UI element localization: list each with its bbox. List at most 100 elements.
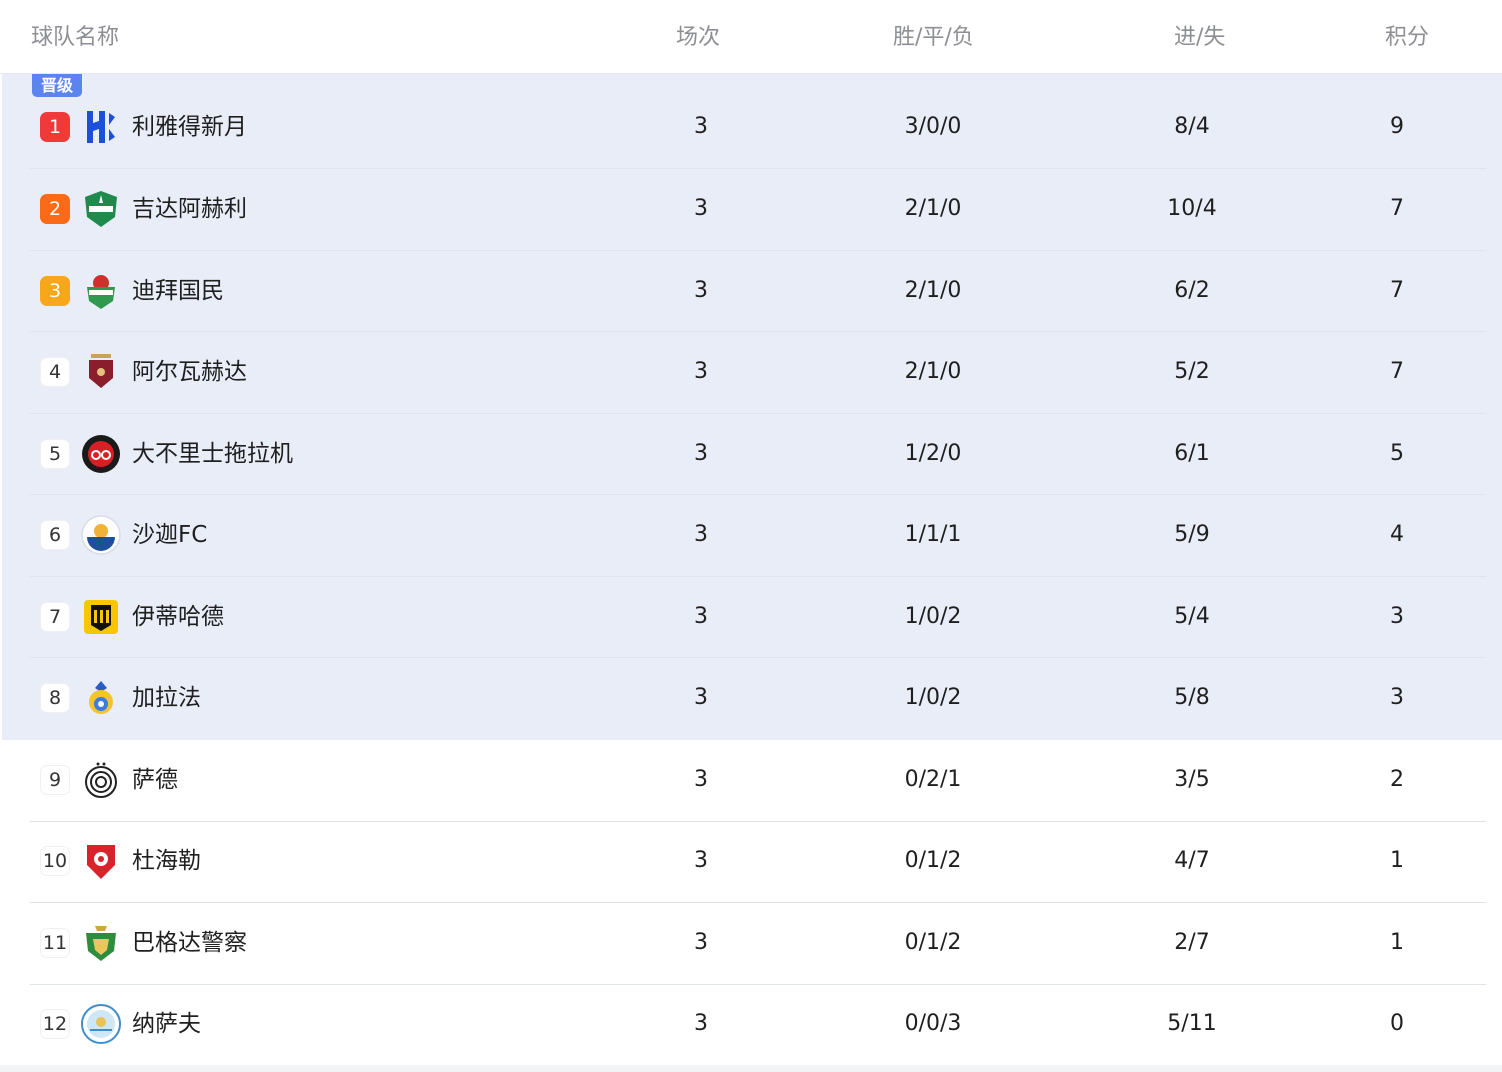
team-name[interactable]: 阿尔瓦赫达 <box>132 357 247 387</box>
rank-badge: 8 <box>40 683 70 713</box>
played-cell: 3 <box>694 767 708 792</box>
table-row[interactable]: 6 沙迦FC 3 1/1/1 5/9 4 <box>0 495 1502 577</box>
wdl-cell: 1/1/1 <box>904 522 962 547</box>
team-name[interactable]: 沙迦FC <box>132 520 207 550</box>
header-wdl: 胜/平/负 <box>893 25 974 50</box>
header-points: 积分 <box>1385 25 1430 50</box>
rank-badge: 11 <box>40 928 70 958</box>
points-cell: 3 <box>1390 604 1404 629</box>
team-name[interactable]: 萨德 <box>132 765 178 795</box>
rank-badge: 2 <box>40 194 70 224</box>
header-goals: 进/失 <box>1174 25 1226 50</box>
team-name[interactable]: 纳萨夫 <box>132 1009 201 1039</box>
goals-cell: 8/4 <box>1174 114 1210 139</box>
wdl-cell: 0/2/1 <box>904 767 962 792</box>
goals-cell: 10/4 <box>1167 196 1217 221</box>
team-name[interactable]: 吉达阿赫利 <box>132 194 247 224</box>
al-hilal-crest-icon <box>87 111 115 143</box>
points-cell: 1 <box>1390 848 1404 873</box>
points-cell: 7 <box>1390 359 1404 384</box>
wdl-cell: 2/1/0 <box>904 359 962 384</box>
al-duhail-crest-icon <box>87 845 115 879</box>
played-cell: 3 <box>694 522 708 547</box>
goals-cell: 5/4 <box>1174 604 1210 629</box>
team-name[interactable]: 伊蒂哈德 <box>132 602 224 632</box>
team-name[interactable]: 杜海勒 <box>132 846 201 876</box>
played-cell: 3 <box>694 359 708 384</box>
nasaf-crest-icon <box>81 1004 121 1044</box>
rank-badge: 4 <box>40 357 70 387</box>
rank-badge: 9 <box>40 765 70 795</box>
wdl-cell: 3/0/0 <box>904 114 962 139</box>
played-cell: 3 <box>694 278 708 303</box>
header-played: 场次 <box>676 25 721 50</box>
shabab-al-ahli-crest-icon <box>87 275 115 309</box>
table-header: 球队名称 场次 胜/平/负 进/失 积分 <box>0 0 1502 74</box>
goals-cell: 6/1 <box>1174 441 1210 466</box>
al-sadd-crest-icon <box>85 762 117 798</box>
wdl-cell: 1/2/0 <box>904 441 962 466</box>
team-name[interactable]: 利雅得新月 <box>132 112 247 142</box>
team-name[interactable]: 迪拜国民 <box>132 276 224 306</box>
table-row[interactable]: 8 加拉法 3 1/0/2 5/8 3 <box>0 658 1502 740</box>
wdl-cell: 1/0/2 <box>904 685 962 710</box>
wdl-cell: 2/1/0 <box>904 278 962 303</box>
rank-badge: 10 <box>40 846 70 876</box>
played-cell: 3 <box>694 848 708 873</box>
al-shorta-crest-icon <box>86 926 116 961</box>
points-cell: 1 <box>1390 930 1404 955</box>
al-wahda-crest-icon <box>89 354 113 388</box>
played-cell: 3 <box>694 685 708 710</box>
points-cell: 7 <box>1390 278 1404 303</box>
table-row[interactable]: 1 利雅得新月 3 3/0/0 8/4 9 <box>0 86 1502 169</box>
goals-cell: 5/8 <box>1174 685 1210 710</box>
points-cell: 3 <box>1390 685 1404 710</box>
table-footer-divider <box>0 1065 1502 1072</box>
al-ittihad-crest-icon <box>84 600 118 634</box>
table-row[interactable]: 5 大不里士拖拉机 3 1/2/0 6/1 5 <box>0 414 1502 495</box>
team-name[interactable]: 巴格达警察 <box>132 928 247 958</box>
goals-cell: 5/9 <box>1174 522 1210 547</box>
table-row[interactable]: 3 迪拜国民 3 2/1/0 6/2 7 <box>0 251 1502 332</box>
sharjah-crest-icon <box>81 515 121 555</box>
played-cell: 3 <box>694 196 708 221</box>
goals-cell: 3/5 <box>1174 767 1210 792</box>
points-cell: 4 <box>1390 522 1404 547</box>
played-cell: 3 <box>694 604 708 629</box>
points-cell: 2 <box>1390 767 1404 792</box>
al-ahli-crest-icon <box>85 191 117 227</box>
table-row[interactable]: 10 杜海勒 3 0/1/2 4/7 1 <box>0 822 1502 903</box>
played-cell: 3 <box>694 114 708 139</box>
wdl-cell: 0/0/3 <box>904 1011 962 1036</box>
goals-cell: 2/7 <box>1174 930 1210 955</box>
wdl-cell: 2/1/0 <box>904 196 962 221</box>
rank-badge: 6 <box>40 520 70 550</box>
al-gharafa-crest-icon <box>89 681 113 714</box>
team-name[interactable]: 加拉法 <box>132 683 201 713</box>
points-cell: 7 <box>1390 196 1404 221</box>
wdl-cell: 1/0/2 <box>904 604 962 629</box>
header-team: 球队名称 <box>31 25 120 50</box>
rank-badge: 5 <box>40 439 70 469</box>
table-row[interactable]: 12 纳萨夫 3 0/0/3 5/11 0 <box>0 985 1502 1065</box>
points-cell: 0 <box>1390 1011 1404 1036</box>
points-cell: 5 <box>1390 441 1404 466</box>
rank-badge: 12 <box>40 1009 70 1039</box>
goals-cell: 4/7 <box>1174 848 1210 873</box>
table-row[interactable]: 4 阿尔瓦赫达 3 2/1/0 5/2 7 <box>0 332 1502 414</box>
table-row[interactable]: 2 吉达阿赫利 3 2/1/0 10/4 7 <box>0 169 1502 251</box>
played-cell: 3 <box>694 1011 708 1036</box>
table-row[interactable]: 11 巴格达警察 3 0/1/2 2/7 1 <box>0 903 1502 985</box>
rank-badge: 7 <box>40 602 70 632</box>
table-row[interactable]: 7 伊蒂哈德 3 1/0/2 5/4 3 <box>0 577 1502 658</box>
tractor-crest-icon <box>82 435 120 473</box>
table-row[interactable]: 9 萨德 3 0/2/1 3/5 2 <box>0 740 1502 822</box>
wdl-cell: 0/1/2 <box>904 930 962 955</box>
rank-badge: 1 <box>40 112 70 142</box>
rank-badge: 3 <box>40 276 70 306</box>
wdl-cell: 0/1/2 <box>904 848 962 873</box>
goals-cell: 6/2 <box>1174 278 1210 303</box>
played-cell: 3 <box>694 441 708 466</box>
team-name[interactable]: 大不里士拖拉机 <box>132 439 293 469</box>
goals-cell: 5/2 <box>1174 359 1210 384</box>
